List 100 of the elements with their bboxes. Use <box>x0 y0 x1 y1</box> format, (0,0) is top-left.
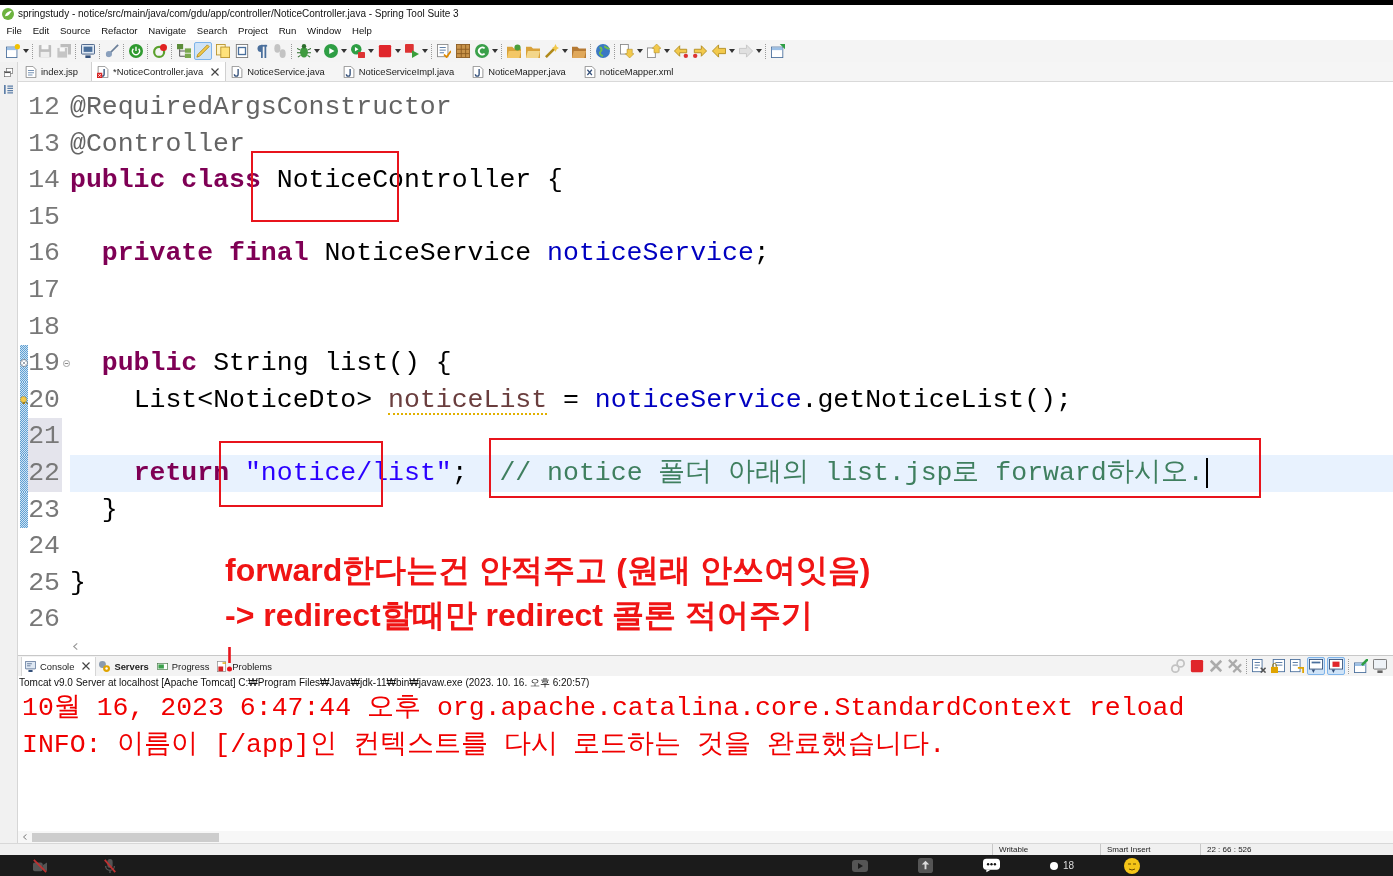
stop-icon[interactable] <box>377 44 392 58</box>
close-icon[interactable] <box>82 662 91 670</box>
exclamation-mark-icon <box>227 647 232 672</box>
editor-tab[interactable]: noticeMapper.xml <box>578 62 687 81</box>
documents-icon[interactable] <box>215 44 230 58</box>
line-number: 20 <box>28 383 61 417</box>
editor-tab[interactable]: *NoticeController.java <box>91 62 227 81</box>
close-icon[interactable] <box>211 67 220 76</box>
caret-icon[interactable] <box>422 49 428 53</box>
editor-tab[interactable]: NoticeMapper.java <box>467 62 579 81</box>
globe-icon[interactable] <box>595 44 610 58</box>
line-number: 25 <box>28 566 61 600</box>
pin-window-icon[interactable] <box>1353 659 1368 673</box>
field-name: noticeService <box>594 384 802 415</box>
camera-off-icon[interactable] <box>33 858 47 873</box>
editor-tab[interactable]: NoticeServiceImpl.java <box>337 62 468 81</box>
wrap-document-icon[interactable] <box>1289 659 1304 673</box>
framed-page-icon[interactable] <box>234 44 249 58</box>
code-keyword: public <box>101 348 198 379</box>
code-text: String list() { <box>213 348 452 379</box>
chat-bubble-icon[interactable] <box>982 857 1000 874</box>
code-annotation: @RequiredArgsConstructor <box>70 92 452 122</box>
caret-icon[interactable] <box>729 49 735 53</box>
arrow-right-icon[interactable] <box>692 44 707 58</box>
code-keyword: private final <box>101 238 309 269</box>
line-number: 16 <box>28 237 61 271</box>
code-comment: // notice 폴더 아래의 list.jsp로 forward하시오. <box>499 457 1204 488</box>
code-text: = <box>563 384 579 415</box>
annotation-note: forward한다는건 안적주고 (원래 안쓰여잇음) <box>225 551 871 590</box>
crate-icon[interactable] <box>455 44 470 58</box>
chevron-left-icon[interactable] <box>72 643 79 650</box>
mic-off-icon[interactable] <box>103 858 117 873</box>
menu-item[interactable]: Help <box>346 24 378 36</box>
editor-tab[interactable]: index.jsp <box>20 62 91 81</box>
leaf-logo-icon <box>2 7 14 20</box>
field-name: noticeService <box>547 238 754 269</box>
menu-item[interactable]: File <box>1 24 28 36</box>
scrollbar-thumb[interactable] <box>32 832 219 842</box>
smiley-icon[interactable] <box>1124 857 1140 874</box>
panel-tab[interactable]: Servers <box>96 656 154 676</box>
monitor-icon[interactable] <box>80 44 95 58</box>
menu-item[interactable]: Source <box>54 24 96 36</box>
progress-icon <box>156 660 168 672</box>
share-icon[interactable] <box>917 858 933 873</box>
menu-item[interactable]: Window <box>301 24 347 36</box>
caret-icon[interactable] <box>492 49 498 53</box>
window-icon[interactable] <box>770 44 785 58</box>
play-badge-icon[interactable] <box>350 44 365 58</box>
restore-icon[interactable] <box>4 68 13 77</box>
caret-icon[interactable] <box>664 49 670 53</box>
line-number: 14 <box>28 164 61 198</box>
menu-item[interactable]: Project <box>232 24 274 36</box>
caret-icon[interactable] <box>368 49 374 53</box>
arrow-left-icon[interactable] <box>673 44 688 58</box>
collapse-icon[interactable] <box>62 359 70 367</box>
line-number: 19 <box>28 347 61 381</box>
code-text: .getNoticeList(); <box>801 384 1072 415</box>
line-number: 13 <box>28 127 61 161</box>
editor-tab[interactable]: NoticeService.java <box>226 62 338 81</box>
menu-item[interactable]: Refactor <box>95 24 143 36</box>
square-play-icon[interactable] <box>404 44 419 58</box>
bug-icon[interactable] <box>296 44 311 58</box>
caret-icon[interactable] <box>637 49 643 53</box>
window-title: springstudy - notice/src/main/java/com/gdu/app/controller/NoticeController.java - Spring Tool Suite 3 <box>18 8 459 19</box>
code-text: ; <box>753 238 770 269</box>
code-text: ; <box>451 457 468 488</box>
chevron-left-icon[interactable] <box>22 834 28 840</box>
caret-icon[interactable] <box>341 49 347 53</box>
panel-tab[interactable]: Progress <box>153 656 215 676</box>
pin-icon[interactable] <box>104 44 119 58</box>
panel-tab[interactable]: Problems <box>214 656 277 676</box>
folder-open-icon[interactable] <box>506 44 521 58</box>
hierarchy-icon[interactable] <box>176 44 191 58</box>
new-window-icon[interactable] <box>5 44 20 58</box>
dot-icon <box>1049 861 1058 870</box>
menu-item[interactable]: Navigate <box>142 24 192 36</box>
lock-document-icon[interactable] <box>1270 659 1285 673</box>
line-number: 12 <box>28 91 61 124</box>
caret-icon[interactable] <box>562 49 568 53</box>
clear-document-icon[interactable] <box>1251 659 1266 673</box>
menu-item[interactable]: Run <box>273 24 302 36</box>
panel-tab[interactable]: Console <box>21 656 97 676</box>
caret-icon[interactable] <box>314 49 320 53</box>
outline-icon[interactable] <box>4 85 13 94</box>
line-number: 15 <box>28 200 61 234</box>
monitor-icon[interactable] <box>1372 659 1387 673</box>
ring-badge-icon[interactable] <box>152 44 167 58</box>
stop-icon[interactable] <box>1189 659 1204 673</box>
caret-icon[interactable] <box>395 49 401 53</box>
menu-item[interactable]: Search <box>191 24 233 36</box>
servers-icon <box>99 660 111 672</box>
line-number: 18 <box>28 310 61 344</box>
annotation-note: -> redirect할때만 redirect 콜론 적어주기 <box>225 596 814 635</box>
line-number: 22 <box>28 454 62 492</box>
power-icon[interactable] <box>128 44 143 58</box>
line-number: 17 <box>28 273 61 307</box>
document-check-icon[interactable] <box>436 44 451 58</box>
menu-item[interactable]: Edit <box>27 24 55 36</box>
video-icon[interactable] <box>851 857 868 874</box>
caret-icon[interactable] <box>23 49 29 53</box>
